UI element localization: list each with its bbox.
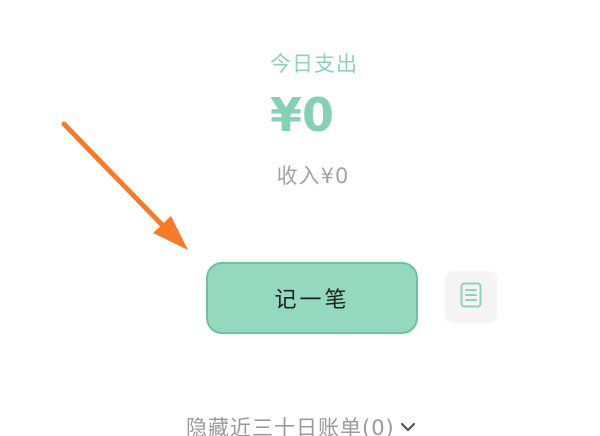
income-summary: 收入¥0 (276, 164, 350, 188)
today-expense-label: 今日支出 (270, 52, 358, 76)
bill-list-button[interactable] (445, 271, 497, 323)
record-entry-button-label: 记一笔 (274, 288, 350, 313)
hide-recent-bills-label: 隐藏近三十日账单(0) (186, 416, 395, 436)
today-expense-amount: ¥0 (269, 88, 334, 142)
record-entry-button[interactable]: 记一笔 (206, 262, 418, 334)
hide-recent-bills-toggle[interactable]: 隐藏近三十日账单(0) (186, 412, 417, 436)
document-list-icon (460, 282, 482, 312)
chevron-down-icon (399, 420, 417, 434)
bookkeeping-screen: 今日支出 ¥0 收入¥0 记一笔 隐藏近三十日账单(0) (0, 0, 600, 436)
